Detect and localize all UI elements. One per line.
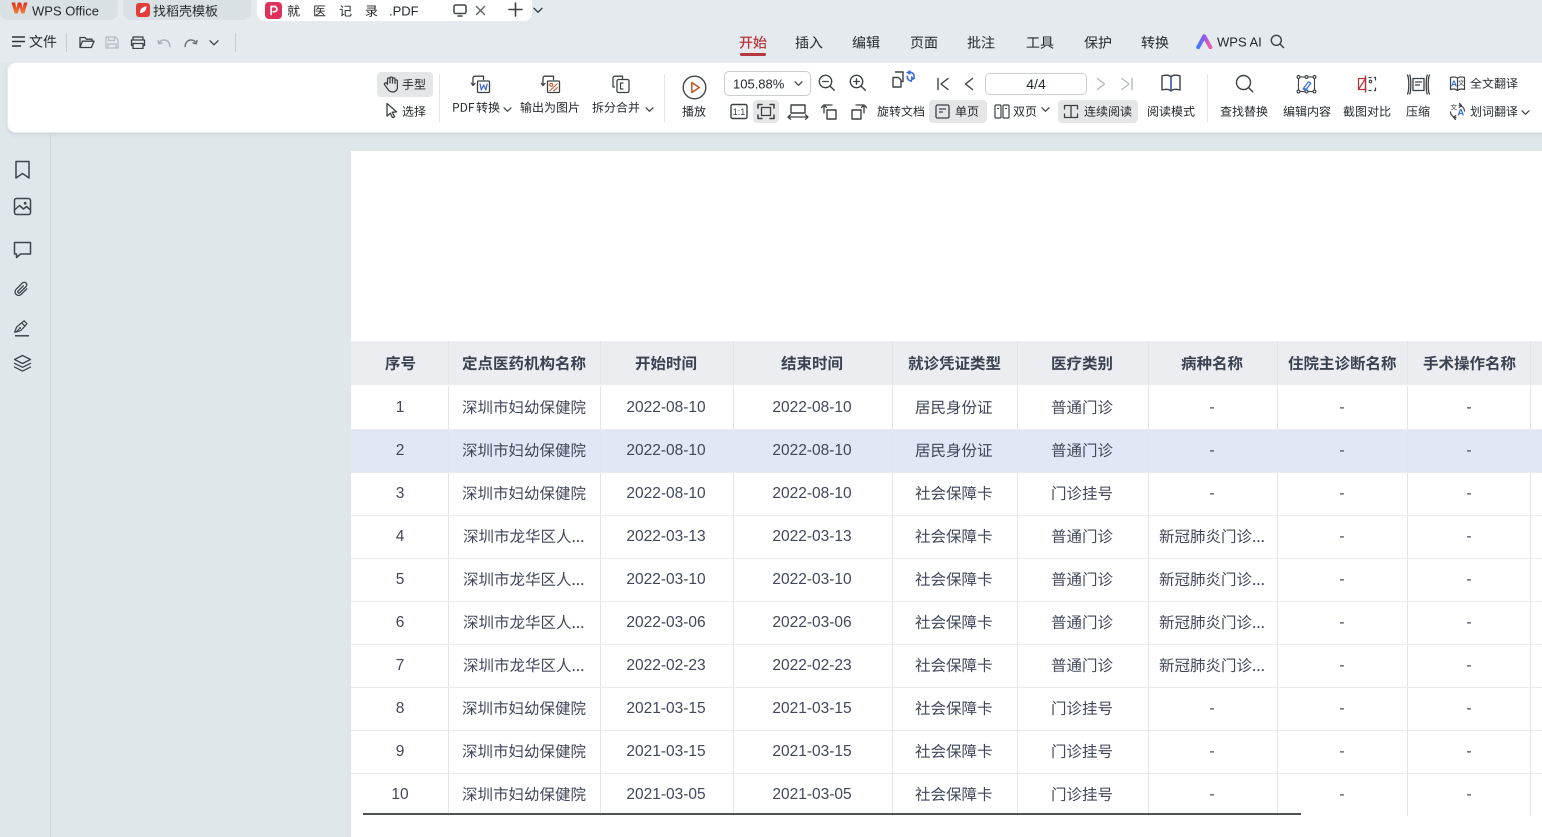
svg-text:1:1: 1:1	[733, 107, 746, 117]
svg-text:A: A	[1457, 108, 1464, 119]
svg-text:A: A	[1451, 79, 1457, 89]
